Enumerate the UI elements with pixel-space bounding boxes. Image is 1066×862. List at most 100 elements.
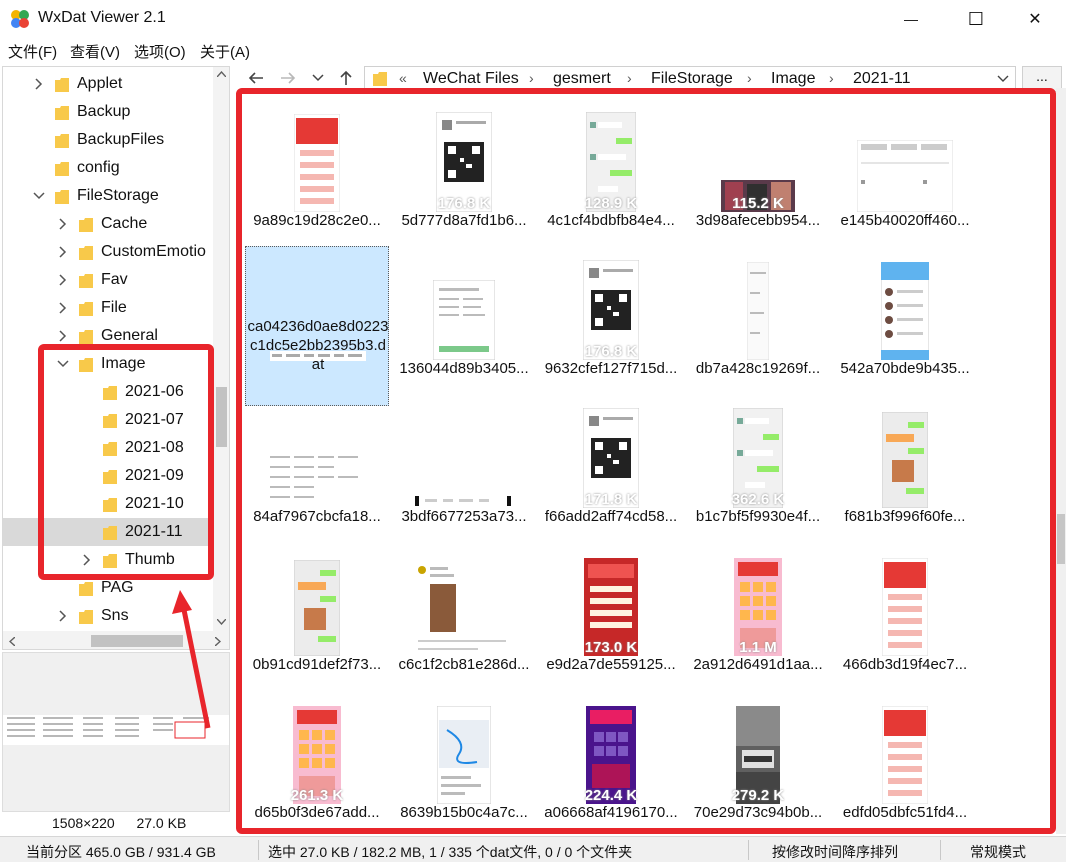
file-thumbnail[interactable]: ca04236d0ae8d0223c1dc5e2bb2395b3.dat bbox=[245, 246, 389, 406]
breadcrumb-filestorage[interactable]: FileStorage bbox=[651, 70, 733, 88]
tree-item-file[interactable]: File bbox=[3, 294, 213, 322]
file-thumbnail[interactable]: 9a89c19d28c2e0... bbox=[245, 98, 389, 238]
forward-button[interactable] bbox=[278, 68, 298, 88]
file-thumbnail[interactable]: 279.2 K 70e29d73c94b0b... bbox=[686, 690, 830, 828]
file-thumbnail[interactable]: 362.6 Kb1c7bf5f9930e4f... bbox=[686, 394, 830, 534]
file-name: 9a89c19d28c2e0... bbox=[253, 212, 381, 229]
tree-item-config[interactable]: config bbox=[3, 154, 213, 182]
thumbnail-image: 173.0 K bbox=[549, 548, 673, 656]
file-thumbnail[interactable]: 128.9 K 4c1cf4bdbfb84e4... bbox=[539, 98, 683, 238]
folder-icon bbox=[79, 246, 93, 260]
up-button[interactable] bbox=[336, 68, 356, 88]
tree-item-customemotio[interactable]: CustomEmotio bbox=[3, 238, 213, 266]
file-thumbnail[interactable]: edfd05dbfc51fd4... bbox=[833, 690, 977, 828]
maximize-icon: ☐ bbox=[967, 8, 985, 29]
tree-item-backupfiles[interactable]: BackupFiles bbox=[3, 126, 213, 154]
file-thumbnail[interactable]: 1.1 M 2a912d6491d1aa... bbox=[686, 542, 830, 682]
chevron-right-icon[interactable] bbox=[57, 301, 69, 315]
folder-icon bbox=[55, 106, 69, 120]
thumbnail-grid[interactable]: 9a89c19d28c2e0... 176.8 K 5d777d8a7fd1b6..… bbox=[236, 88, 1056, 834]
file-name: c6c1f2cb81e286d... bbox=[398, 656, 530, 673]
breadcrumb-gesmert[interactable]: gesmert bbox=[553, 70, 611, 88]
file-thumbnail[interactable]: 8639b15b0c4a7c... bbox=[392, 690, 536, 828]
annotation-highlight-box bbox=[38, 344, 214, 580]
breadcrumb-sep-icon: › bbox=[627, 70, 632, 86]
file-thumbnail[interactable]: 0b91cd91def2f73... bbox=[245, 542, 389, 682]
folder-icon bbox=[79, 218, 93, 232]
back-button[interactable] bbox=[246, 68, 266, 88]
file-thumbnail[interactable]: 466db3d19f4ec7... bbox=[833, 542, 977, 682]
thumbnail-picture bbox=[294, 560, 340, 656]
file-thumbnail[interactable]: 115.2 K 3d98afecebb954... bbox=[686, 98, 830, 238]
thumbnail-picture bbox=[882, 558, 928, 656]
status-divider bbox=[258, 840, 259, 860]
file-thumbnail[interactable]: 136044d89b3405... bbox=[392, 246, 536, 386]
close-button[interactable]: ✕ bbox=[1012, 0, 1058, 38]
folder-icon bbox=[79, 582, 93, 596]
thumbnail-image bbox=[696, 252, 820, 360]
scroll-up-icon[interactable] bbox=[217, 71, 226, 77]
tree-item-cache[interactable]: Cache bbox=[3, 210, 213, 238]
file-name: 84af7967cbcfa18... bbox=[253, 508, 381, 525]
minimize-button[interactable]: — bbox=[888, 0, 934, 38]
menu-file[interactable]: 文件(F) bbox=[8, 41, 57, 62]
file-thumbnail[interactable]: 3bdf6677253a73... bbox=[392, 394, 536, 534]
forward-arrow-icon bbox=[281, 72, 296, 84]
tree-item-backup[interactable]: Backup bbox=[3, 98, 213, 126]
file-thumbnail[interactable]: f681b3f996f60fe... bbox=[833, 394, 977, 534]
grid-vertical-scrollbar[interactable] bbox=[1056, 88, 1066, 834]
chevron-right-icon[interactable] bbox=[57, 329, 69, 343]
file-thumbnail[interactable]: 173.0 Ke9d2a7de559125... bbox=[539, 542, 683, 682]
file-thumbnail[interactable]: 171.8 Kf66add2aff74cd58... bbox=[539, 394, 683, 534]
breadcrumb-2021-11[interactable]: 2021-11 bbox=[853, 70, 911, 88]
maximize-button[interactable]: ☐ bbox=[953, 0, 999, 38]
address-dropdown-icon[interactable] bbox=[997, 75, 1009, 83]
status-divider bbox=[940, 840, 941, 860]
grid-scroll-thumb[interactable] bbox=[1057, 514, 1065, 564]
history-dropdown-button[interactable] bbox=[308, 68, 328, 88]
menu-options[interactable]: 选项(O) bbox=[134, 41, 186, 62]
tree-item-label: FileStorage bbox=[77, 187, 159, 204]
breadcrumb-wechat-files[interactable]: WeChat Files bbox=[423, 70, 519, 88]
tree-item-applet[interactable]: Applet bbox=[3, 70, 213, 98]
chevron-right-icon[interactable] bbox=[57, 609, 69, 623]
chevron-right-icon[interactable] bbox=[57, 273, 69, 287]
file-thumbnail[interactable]: 84af7967cbcfa18... bbox=[245, 394, 389, 534]
tree-item-fav[interactable]: Fav bbox=[3, 266, 213, 294]
close-icon: ✕ bbox=[1028, 11, 1042, 28]
minimize-icon: — bbox=[904, 11, 918, 27]
breadcrumb-image[interactable]: Image bbox=[771, 70, 815, 88]
folder-icon bbox=[55, 78, 69, 92]
file-thumbnail[interactable]: c6c1f2cb81e286d... bbox=[392, 542, 536, 682]
file-thumbnail[interactable]: 224.4 Ka06668af4196170... bbox=[539, 690, 683, 828]
file-thumbnail[interactable]: 176.8 K 5d777d8a7fd1b6... bbox=[392, 98, 536, 238]
file-name: 466db3d19f4ec7... bbox=[842, 656, 968, 673]
file-thumbnail[interactable]: 261.3 Kd65b0f3de67add... bbox=[245, 690, 389, 828]
chevron-right-icon[interactable] bbox=[57, 245, 69, 259]
thumbnail-image: 362.6 K bbox=[696, 400, 820, 508]
breadcrumb-overflow[interactable]: « bbox=[399, 70, 407, 86]
tree-item-filestorage[interactable]: FileStorage bbox=[3, 182, 213, 210]
thumbnail-image bbox=[843, 252, 967, 360]
scroll-left-icon[interactable] bbox=[9, 637, 15, 646]
chevron-down-icon[interactable] bbox=[33, 189, 45, 203]
thumbnail-image bbox=[402, 400, 526, 508]
chevron-right-icon[interactable] bbox=[57, 217, 69, 231]
thumbnail-image: 1.1 M bbox=[696, 548, 820, 656]
tree-scroll-thumb[interactable] bbox=[216, 387, 227, 447]
file-thumbnail[interactable]: db7a428c19269f... bbox=[686, 246, 830, 386]
file-thumbnail[interactable]: 542a70bde9b435... bbox=[833, 246, 977, 386]
preview-dimensions: 1508×220 bbox=[52, 815, 115, 831]
file-thumbnail[interactable]: e145b40020ff460... bbox=[833, 98, 977, 238]
thumbnail-picture bbox=[882, 706, 928, 804]
menu-about[interactable]: 关于(A) bbox=[200, 41, 250, 62]
thumbnail-size-overlay: 1.1 M bbox=[739, 639, 777, 656]
thumbnail-image: 115.2 K bbox=[696, 104, 820, 212]
menu-view[interactable]: 查看(V) bbox=[70, 41, 120, 62]
chevron-right-icon[interactable] bbox=[33, 77, 45, 91]
file-thumbnail[interactable]: 176.8 K 9632cfef127f715d... bbox=[539, 246, 683, 386]
file-name: 0b91cd91def2f73... bbox=[252, 656, 382, 673]
tree-vertical-scrollbar[interactable] bbox=[213, 67, 229, 631]
file-name: 70e29d73c94b0b... bbox=[693, 804, 823, 821]
file-name: 136044d89b3405... bbox=[399, 360, 529, 377]
